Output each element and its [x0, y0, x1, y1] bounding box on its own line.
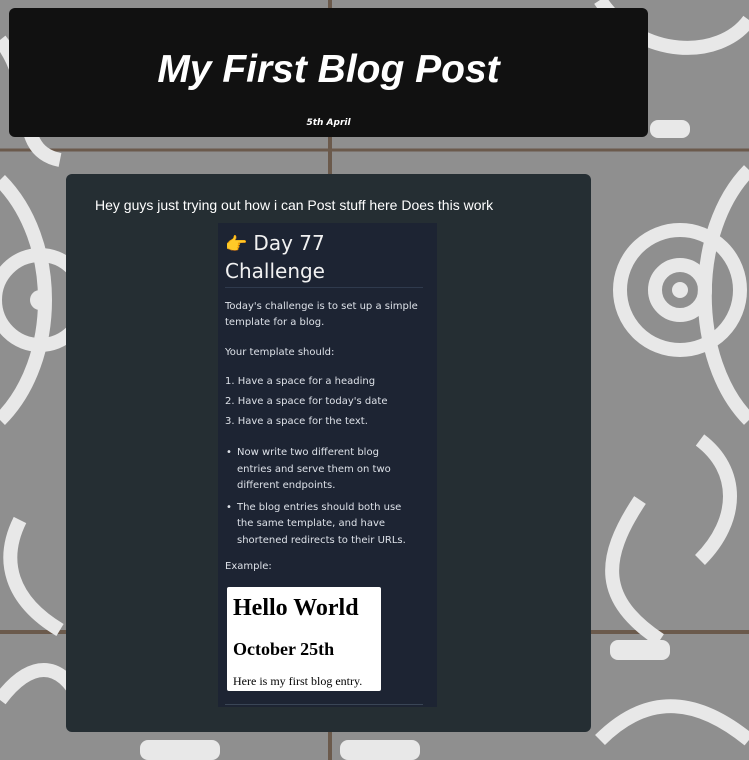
challenge-heading-line2: Challenge — [225, 259, 325, 283]
example-date: October 25th — [233, 639, 335, 659]
challenge-screenshot: 👉 Day 77 Challenge Today's challenge is t… — [218, 223, 437, 707]
bullet-item: Now write two different blog entries and… — [225, 445, 415, 495]
example-heading: Hello World — [233, 595, 359, 621]
example-label: Example: — [225, 561, 272, 572]
numbered-item: 1. Have a space for a heading — [225, 376, 376, 387]
post-card: Hey guys just trying out how i can Post … — [66, 174, 591, 732]
heading-divider — [225, 287, 423, 288]
post-body-text: Hey guys just trying out how i can Post … — [95, 197, 494, 213]
numbered-item: 3. Have a space for the text. — [225, 416, 368, 427]
pointing-hand-icon: 👉 — [225, 234, 248, 255]
example-text: Here is my first blog entry. — [233, 674, 363, 688]
challenge-intro: Today's challenge is to set up a simple … — [225, 301, 418, 328]
bullet-item: The blog entries should both use the sam… — [225, 500, 415, 550]
post-title: My First Blog Post — [157, 48, 500, 91]
post-date: 5th April — [306, 118, 351, 128]
template-should-label: Your template should: — [225, 347, 335, 358]
example-preview: Hello World October 25th Here is my firs… — [227, 587, 381, 691]
challenge-heading: 👉 Day 77 Challenge — [225, 230, 325, 285]
numbered-item: 2. Have a space for today's date — [225, 396, 388, 407]
challenge-bullet-list: Now write two different blog entries and… — [225, 445, 415, 554]
challenge-heading-line1: Day 77 — [253, 231, 325, 255]
post-header: My First Blog Post 5th April — [9, 8, 648, 137]
bottom-divider — [225, 704, 423, 705]
